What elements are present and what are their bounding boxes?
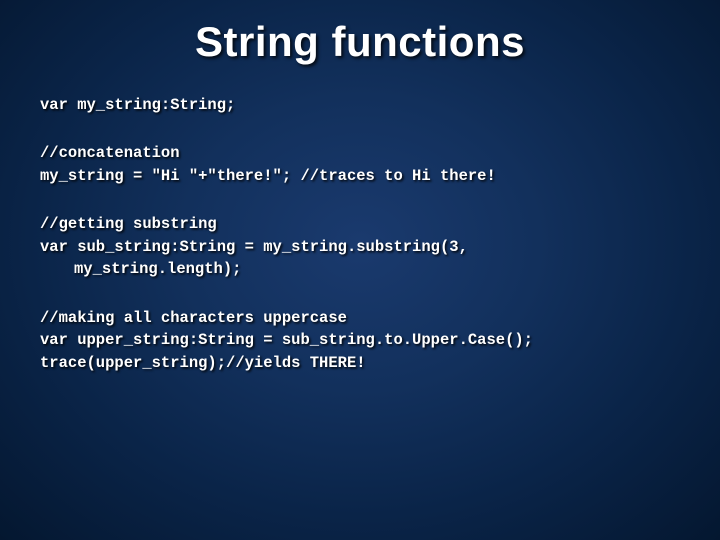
- code-line: var sub_string:String = my_string.substr…: [40, 238, 468, 256]
- code-line: var upper_string:String = sub_string.to.…: [40, 331, 533, 349]
- code-block-3: //making all characters uppercase var up…: [40, 307, 680, 374]
- code-line: //making all characters uppercase: [40, 309, 347, 327]
- slide-title: String functions: [40, 18, 680, 66]
- code-line: //concatenation: [40, 144, 180, 162]
- code-block-1: //concatenation my_string = "Hi "+"there…: [40, 142, 680, 187]
- code-block-2: //getting substring var sub_string:Strin…: [40, 213, 680, 280]
- code-line: trace(upper_string);//yields THERE!: [40, 354, 366, 372]
- code-block-0: var my_string:String;: [40, 94, 680, 116]
- code-line: my_string = "Hi "+"there!"; //traces to …: [40, 167, 496, 185]
- slide: String functions var my_string:String; /…: [0, 0, 720, 540]
- code-line: //getting substring: [40, 215, 217, 233]
- code-line-indent: my_string.length);: [40, 258, 680, 280]
- code-line: var my_string:String;: [40, 96, 235, 114]
